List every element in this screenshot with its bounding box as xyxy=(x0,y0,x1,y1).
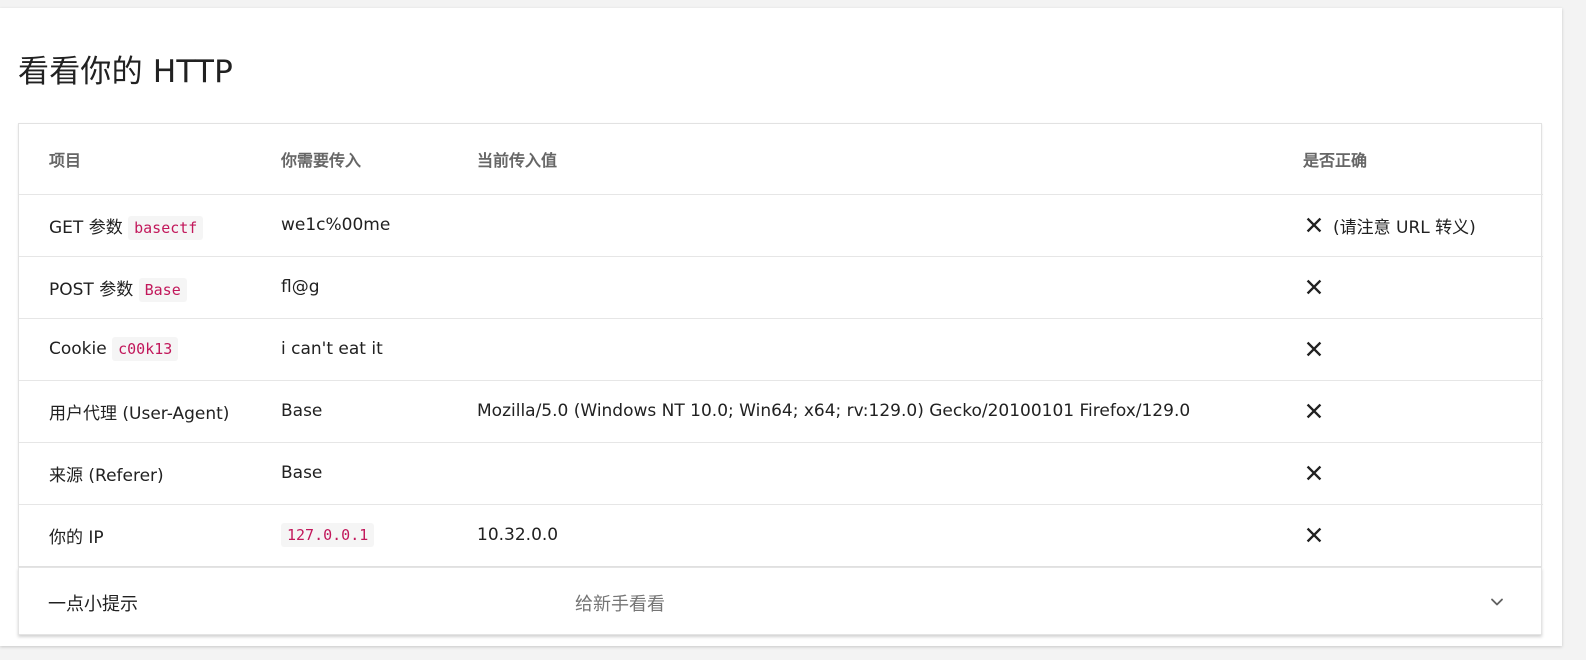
close-icon xyxy=(1306,465,1322,481)
current-cell xyxy=(477,441,1303,504)
hint-expander[interactable]: 一点小提示 给新手看看 xyxy=(18,567,1542,635)
item-cell: 用户代理 (User-Agent) xyxy=(19,379,281,442)
table-row: 你的 IP 127.0.0.1 10.32.0.0 xyxy=(19,503,1543,566)
header-item: 项目 xyxy=(49,150,82,170)
close-icon xyxy=(1306,527,1322,543)
table-row: 用户代理 (User-Agent) Base Mozilla/5.0 (Window… xyxy=(19,379,1543,442)
required-cell: we1c%00me xyxy=(281,193,477,256)
param-name: Base xyxy=(138,277,187,302)
status-cell xyxy=(1303,379,1543,442)
item-cell: 你的 IP xyxy=(19,503,281,566)
required-cell: 127.0.0.1 xyxy=(281,503,477,566)
item-cell: Cookie c00k13 xyxy=(19,317,281,380)
current-value: 10.32.0.0 xyxy=(477,525,559,546)
status xyxy=(1303,462,1543,484)
hint-title: 一点小提示 xyxy=(48,594,138,615)
required-cell: i can't eat it xyxy=(281,317,477,380)
http-check-table: 项目 你需要传入 当前传入值 是否正确 GET 参数 basectf we1c%0… xyxy=(18,123,1543,567)
required-value: Base xyxy=(281,463,323,483)
table-row: POST 参数 Base fl@g xyxy=(19,255,1543,318)
main-card: 看看你的 HTTP 项目 你需要传入 当前传入值 是否正确 GET 参数 bas… xyxy=(0,8,1562,646)
current-cell xyxy=(477,255,1303,318)
current-cell xyxy=(477,317,1303,380)
status-cell xyxy=(1303,441,1543,504)
table-row: Cookie c00k13 i can't eat it xyxy=(19,317,1543,380)
close-icon xyxy=(1306,217,1322,233)
required-value: i can't eat it xyxy=(281,339,383,359)
status xyxy=(1303,276,1543,298)
required-value: 127.0.0.1 xyxy=(281,523,375,548)
table-row: 来源 (Referer) Base xyxy=(19,441,1543,504)
param-name: c00k13 xyxy=(112,337,179,361)
check-table: 项目 你需要传入 当前传入值 是否正确 GET 参数 basectf we1c%0… xyxy=(19,124,1543,566)
item-cell: 来源 (Referer) xyxy=(19,441,281,504)
required-cell: Base xyxy=(281,379,477,442)
item-label: 来源 (Referer) xyxy=(49,465,164,486)
required-value: Base xyxy=(281,401,323,421)
item-cell: GET 参数 basectf xyxy=(19,193,281,256)
status xyxy=(1303,524,1543,546)
table-row: GET 参数 basectf we1c%00me (请注意 URL 转义) xyxy=(19,193,1543,256)
required-value: fl@g xyxy=(281,277,320,297)
current-cell: Mozilla/5.0 (Windows NT 10.0; Win64; x64… xyxy=(477,379,1303,442)
item-label: 用户代理 (User-Agent) xyxy=(49,403,230,424)
status-cell xyxy=(1303,503,1543,566)
required-cell: fl@g xyxy=(281,255,477,318)
hint-subtitle: 给新手看看 xyxy=(575,594,665,615)
status-note: (请注意 URL 转义) xyxy=(1333,217,1476,238)
header-current: 当前传入值 xyxy=(477,150,558,170)
close-icon xyxy=(1306,403,1322,419)
current-cell: 10.32.0.0 xyxy=(477,503,1303,566)
item-cell: POST 参数 Base xyxy=(19,255,281,318)
table-header-row: 项目 你需要传入 当前传入值 是否正确 xyxy=(19,124,1543,194)
close-icon xyxy=(1306,341,1322,357)
param-name: basectf xyxy=(128,215,204,240)
status-cell xyxy=(1303,255,1543,318)
current-value: Mozilla/5.0 (Windows NT 10.0; Win64; x64… xyxy=(477,401,1191,421)
header-correct: 是否正确 xyxy=(1303,150,1368,170)
required-cell: Base xyxy=(281,441,477,504)
chevron-down-icon[interactable] xyxy=(1487,592,1507,612)
status-cell xyxy=(1303,317,1543,380)
item-label: Cookie xyxy=(49,339,107,359)
page-title: 看看你的 HTTP xyxy=(18,54,233,90)
status-cell: (请注意 URL 转义) xyxy=(1303,193,1543,256)
item-label: POST 参数 xyxy=(49,279,134,300)
item-label: GET 参数 xyxy=(49,217,123,238)
close-icon xyxy=(1306,279,1322,295)
header-required: 你需要传入 xyxy=(281,150,362,170)
item-label: 你的 IP xyxy=(49,527,104,548)
current-cell xyxy=(477,193,1303,256)
status: (请注意 URL 转义) xyxy=(1303,213,1543,238)
status xyxy=(1303,338,1543,360)
required-value: we1c%00me xyxy=(281,215,391,235)
status xyxy=(1303,400,1543,422)
